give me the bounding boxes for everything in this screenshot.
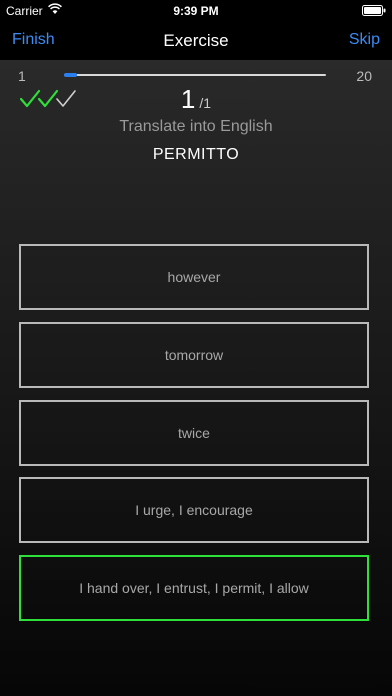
- status-bar: Carrier 9:39 PM: [0, 0, 392, 22]
- prompt-word: PERMITTO: [152, 146, 240, 163]
- answer-option[interactable]: tomorrow: [19, 322, 369, 388]
- answer-option-label: however: [167, 269, 221, 285]
- answer-option-label: tomorrow: [164, 347, 224, 363]
- answer-option[interactable]: however: [19, 244, 369, 310]
- exercise-screen: Carrier 9:39 PM Finish Exercise Skip 1 2…: [0, 0, 392, 696]
- current-question-number: 1: [180, 84, 196, 114]
- question-counter: 1/1: [0, 84, 392, 115]
- progress-min-label: 1: [18, 68, 26, 84]
- answer-option[interactable]: I hand over, I entrust, I permit, I allo…: [19, 555, 369, 621]
- progress-bar: [64, 73, 326, 77]
- answer-option[interactable]: I urge, I encourage: [19, 477, 369, 543]
- total-questions: /1: [199, 95, 212, 111]
- battery-icon: [362, 5, 386, 16]
- instruction-text: Translate into English: [119, 118, 273, 135]
- answer-option-label: I hand over, I entrust, I permit, I allo…: [79, 580, 309, 596]
- answer-option-label: I urge, I encourage: [135, 502, 253, 518]
- skip-button[interactable]: Skip: [349, 31, 380, 49]
- progress-max-label: 20: [356, 68, 372, 84]
- clock: 9:39 PM: [173, 4, 219, 18]
- navigation-bar: Finish Exercise Skip: [0, 22, 392, 60]
- answer-option-label: twice: [178, 425, 210, 441]
- page-title: Exercise: [163, 31, 229, 50]
- progress-bar-fill: [64, 73, 78, 77]
- answer-option[interactable]: twice: [19, 400, 369, 466]
